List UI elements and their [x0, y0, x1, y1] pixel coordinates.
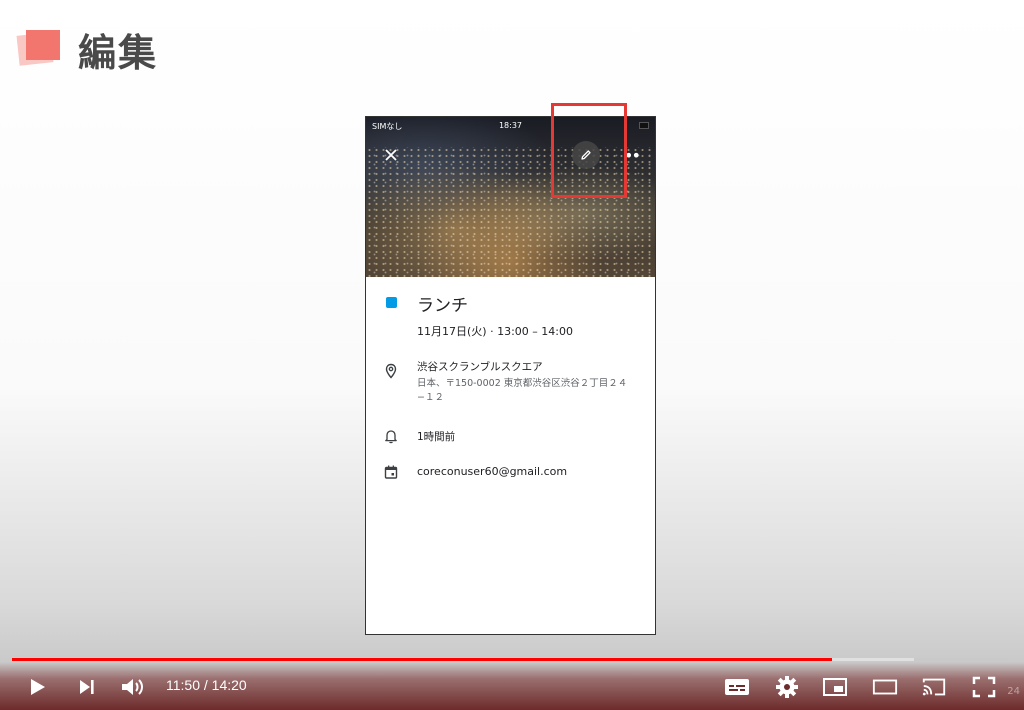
close-icon	[385, 149, 397, 161]
location-pin-icon	[385, 363, 397, 379]
next-button[interactable]	[74, 674, 100, 700]
player-controls: 11:50 / 14:20 24	[0, 662, 1024, 710]
slide-title-marker	[16, 30, 60, 66]
event-color-indicator	[386, 297, 397, 308]
fullscreen-button[interactable]	[971, 674, 997, 700]
volume-icon	[122, 679, 143, 695]
miniplayer-button[interactable]	[822, 674, 848, 700]
cast-button[interactable]	[921, 674, 947, 700]
play-icon	[31, 679, 45, 695]
battery-icon	[639, 122, 649, 129]
location-address[interactable]: 日本、〒150-0002 東京都渋谷区渋谷２丁目２４−１２	[417, 377, 643, 405]
event-details-card: ランチ 11月17日(火) · 13:00 – 14:00 渋谷スクランブルスク…	[366, 277, 655, 634]
theater-mode-button[interactable]	[872, 674, 898, 700]
cast-icon	[922, 678, 946, 696]
fullscreen-icon	[972, 676, 996, 698]
corner-label: 24	[1007, 686, 1020, 697]
current-time: 11:50	[166, 677, 200, 693]
subtitles-button[interactable]	[724, 674, 750, 700]
miniplayer-icon	[823, 678, 847, 696]
calendar-icon	[384, 465, 398, 479]
subtitles-icon	[725, 679, 749, 695]
play-button[interactable]	[24, 674, 50, 700]
duration: 14:20	[211, 677, 247, 693]
time-display: 11:50 / 14:20	[166, 677, 247, 693]
theater-icon	[872, 679, 898, 695]
bell-icon	[385, 430, 397, 444]
event-datetime: 11月17日(火) · 13:00 – 14:00	[417, 325, 573, 338]
slide-title: 編集	[78, 31, 159, 75]
event-title: ランチ	[417, 296, 468, 316]
progress-played	[12, 658, 832, 661]
edit-highlight-box	[551, 103, 627, 198]
slide-marker-front	[26, 30, 60, 60]
location-name[interactable]: 渋谷スクランブルスクエア	[417, 359, 543, 374]
close-button[interactable]	[380, 145, 402, 167]
progress-bar[interactable]	[12, 658, 1008, 661]
skip-next-icon	[80, 680, 94, 694]
gear-icon	[776, 676, 798, 698]
time-separator: /	[200, 677, 212, 693]
reminder-text: 1時間前	[417, 431, 456, 443]
settings-button[interactable]	[774, 674, 800, 700]
volume-button[interactable]	[120, 674, 146, 700]
calendar-account: coreconuser60@gmail.com	[417, 465, 568, 478]
